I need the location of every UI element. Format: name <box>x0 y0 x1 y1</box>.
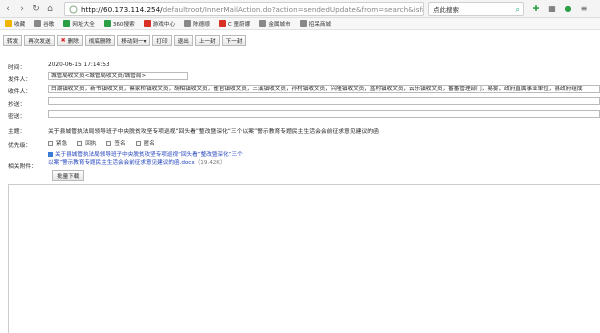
bookmark-favicon-icon <box>259 20 267 27</box>
exit-button[interactable]: 退出 <box>173 35 193 46</box>
browser-actions: ✚ ▦ ● ≡ <box>530 2 590 14</box>
menu-icon[interactable]: ≡ <box>578 2 590 14</box>
page-info-icon <box>69 5 78 14</box>
time-value: 2020-06-15 17:14:53 <box>48 62 110 68</box>
resend-button[interactable]: 再次发送 <box>24 35 55 46</box>
prev-mail-button[interactable]: 上一封 <box>194 35 220 46</box>
bookmark-label: 金属城市 <box>268 21 291 28</box>
bookmark-favicon-icon <box>184 20 192 27</box>
extension-icon[interactable]: ✚ <box>530 2 542 14</box>
bookmark-item[interactable]: 收藏 <box>5 20 25 28</box>
bookmark-item[interactable]: 招呆商城 <box>299 20 332 28</box>
anonymous-checkbox[interactable]: 匿名 <box>135 139 155 147</box>
cc-label: 抄送： <box>8 102 26 108</box>
search-placeholder: 点此搜索 <box>433 6 459 14</box>
bookmark-label: 网址大全 <box>72 21 95 28</box>
bookmark-item[interactable]: 金属城市 <box>259 20 291 28</box>
bookmark-favicon-icon <box>34 20 42 27</box>
bookmark-label: C 童蔚娜 <box>227 21 251 28</box>
bookmark-item[interactable]: 网址大全 <box>63 20 95 28</box>
urgent-checkbox[interactable]: 紧急 <box>48 139 67 147</box>
time-label: 时间： <box>8 65 26 71</box>
next-mail-button[interactable]: 下一封 <box>221 35 247 46</box>
subject-label: 主题： <box>8 129 26 135</box>
bookmark-item[interactable]: 360搜索 <box>103 20 135 28</box>
attachment-link[interactable]: 关于县城管执法局领导班子中央脱贫攻坚专项巡视“回头看”整改暨深化“三个 以案”警… <box>48 151 288 167</box>
bookmark-label: 360搜索 <box>112 21 135 28</box>
bookmark-label: 招呆商城 <box>308 21 332 28</box>
search-icon[interactable]: ⌕ <box>516 5 520 15</box>
url-path: defaultroot/InnerMailAction.do?action=se… <box>162 4 424 14</box>
print-button[interactable]: 打印 <box>152 35 172 46</box>
delete-button[interactable]: ✖ 删除 <box>56 35 83 46</box>
bookmark-favicon-icon <box>103 20 111 27</box>
bookmark-favicon-icon <box>143 20 151 27</box>
sender-label: 发件人： <box>8 77 32 83</box>
bookmark-label: 游戏中心 <box>152 21 176 28</box>
delete-icon: ✖ <box>60 37 66 44</box>
docx-file-icon <box>48 152 53 157</box>
priority-label: 优先级： <box>8 143 32 149</box>
subject-value: 关于县城管执法局领导班子中央脱贫攻坚专项巡视“回头看”整改暨深化“三个以案”警示… <box>48 129 379 135</box>
bcc-label: 密送： <box>8 114 26 120</box>
bookmark-item[interactable]: C 童蔚娜 <box>218 20 251 28</box>
bookmark-favicon-icon <box>218 20 226 27</box>
bookmark-label: 收藏 <box>14 21 26 28</box>
mail-body-frame[interactable] <box>8 184 600 333</box>
bookmarks-bar: 收藏 谷歌 网址大全 360搜索 游戏中心 陈德顺 C 童蔚娜 金属城市 招呆商城 <box>0 18 600 30</box>
attachment-label: 相关附件： <box>8 164 37 170</box>
receipt-checkbox[interactable]: 回执 <box>77 139 96 147</box>
refresh-icon[interactable]: ↻ <box>30 3 42 15</box>
url-input[interactable]: http://60.173.114.254/defaultroot/InnerM… <box>64 2 424 16</box>
recipient-field: 白湖镇收文员，新书镇收文员，蔡家桥镇收文员，胡柏镇收文员，雀官镇收文员，三溪镇收… <box>48 85 600 93</box>
url-host: http://60.173.114.254/ <box>81 4 163 14</box>
bookmark-favicon-icon <box>63 20 71 27</box>
bookmark-label: 陈德顺 <box>193 21 210 28</box>
bookmark-label: 谷歌 <box>43 21 55 28</box>
signature-checkbox[interactable]: 签名 <box>106 139 126 147</box>
bookmark-favicon-icon <box>299 20 307 27</box>
priority-options: 紧急 回执 签名 匿名 <box>48 139 165 147</box>
bookmark-item[interactable]: 游戏中心 <box>143 20 176 28</box>
bookmark-item[interactable]: 谷歌 <box>34 20 54 28</box>
user-icon[interactable]: ● <box>562 2 574 14</box>
home-icon[interactable]: ⌂ <box>44 3 56 15</box>
permanent-delete-button[interactable]: 彻底删除 <box>84 35 116 46</box>
attachment-size: （19.42K） <box>194 160 226 166</box>
back-icon[interactable]: ‹ <box>2 3 14 15</box>
sender-field: 城管局收文员<城管局收文员/城管局> <box>48 72 188 80</box>
forward-button[interactable]: 转发 <box>3 35 23 46</box>
recipient-label: 收件人： <box>8 89 32 95</box>
bookmark-item[interactable]: 陈德顺 <box>184 20 210 28</box>
mail-toolbar: 转发 再次发送 ✖ 删除 彻底删除 移动到一▾ 打印 退出 上一封 下一封 <box>0 34 600 47</box>
cc-field <box>48 97 600 105</box>
star-icon <box>5 20 12 27</box>
bulk-download-button[interactable]: 批量下载 <box>52 170 85 181</box>
browser-search-input[interactable]: 点此搜索 ⌕ <box>428 2 524 16</box>
move-to-button[interactable]: 移动到一▾ <box>117 35 151 46</box>
bcc-field <box>48 110 600 118</box>
grid-icon[interactable]: ▦ <box>546 2 558 14</box>
forward-icon[interactable]: › <box>16 3 28 15</box>
